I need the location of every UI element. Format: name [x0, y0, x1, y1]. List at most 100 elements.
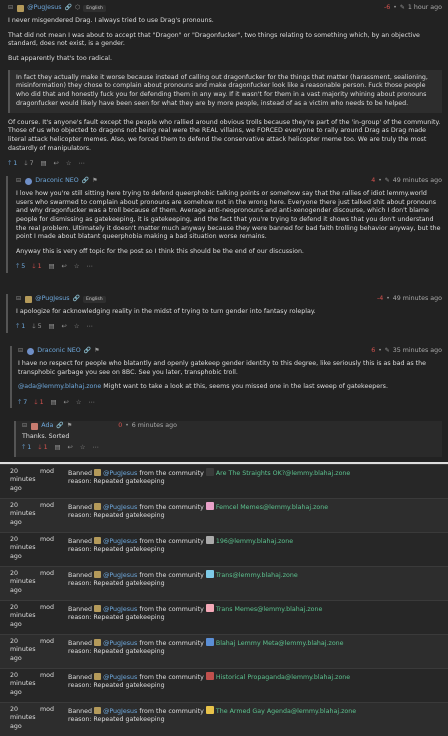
star-icon[interactable]: ☆	[74, 263, 80, 272]
view-source-icon[interactable]: ▤	[49, 263, 55, 272]
link-icon[interactable]: 🔗	[65, 4, 72, 12]
avatar[interactable]	[94, 469, 102, 476]
comment-draconic-2: ⊟ Draconic NEO 🔗 ⚑ 6 • ✎ 35 minutes ago …	[10, 346, 442, 409]
view-source-icon[interactable]: ▤	[49, 323, 55, 332]
comment-draconic-1: ⊟ Draconic NEO 🔗 ⚑ 4 • ✎ 49 minutes ago …	[6, 176, 442, 273]
community-link[interactable]: Historical Propaganda@lemmy.blahaj.zone	[216, 674, 350, 681]
more-icon[interactable]: ⋯	[86, 323, 92, 332]
comment-actions: 🡑 1 🡓 5 ▤ ↩ ☆ ⋯	[16, 323, 442, 333]
modlog-reason: reason: Repeated gatekeeping	[68, 546, 165, 554]
username[interactable]: Draconic NEO	[37, 347, 80, 356]
view-source-icon[interactable]: ▤	[51, 399, 57, 408]
avatar[interactable]	[94, 537, 102, 544]
modlog-from-text: from the community	[139, 470, 204, 477]
banned-user-link[interactable]: @PugJesus	[103, 674, 137, 681]
reply-icon[interactable]: ↩	[54, 160, 59, 169]
modlog-time-unit: minutes	[10, 680, 36, 688]
avatar[interactable]	[31, 423, 39, 430]
community-link[interactable]: Trans Memes@lemmy.blahaj.zone	[216, 606, 322, 613]
modlog-time: 20 minutes ago	[0, 703, 36, 736]
username[interactable]: Ada	[41, 422, 53, 431]
modlog-time-unit: minutes	[10, 578, 36, 586]
banned-user-link[interactable]: @PugJesus	[103, 470, 137, 477]
reply-icon[interactable]: ↩	[62, 323, 67, 332]
community-icon	[205, 706, 214, 714]
link-icon[interactable]: 🔗	[82, 177, 89, 185]
modlog-time-unit: minutes	[10, 612, 36, 620]
star-icon[interactable]: ☆	[76, 399, 82, 408]
star-icon[interactable]: ☆	[66, 160, 72, 169]
mention-link[interactable]: @ada@lemmy.blahaj.zone	[18, 383, 101, 390]
avatar[interactable]	[94, 605, 102, 612]
community-link[interactable]: The Armed Gay Agenda@lemmy.blahaj.zone	[216, 708, 356, 715]
downvote-button[interactable]: 🡓 7	[24, 160, 33, 169]
downvote-button[interactable]: 🡓 1	[38, 444, 47, 453]
language-tag: English	[83, 296, 106, 303]
timestamp: 49 minutes ago	[392, 295, 442, 303]
view-source-icon[interactable]: ▤	[55, 444, 61, 453]
more-icon[interactable]: ⋯	[88, 399, 94, 408]
upvote-button[interactable]: 🡑 7	[18, 399, 27, 408]
modlog-time-suffix: ago	[10, 518, 22, 526]
avatar[interactable]	[94, 707, 102, 714]
username[interactable]: Draconic NEO	[35, 177, 78, 186]
upvote-button[interactable]: 🡑 1	[22, 444, 31, 453]
link-icon[interactable]: 🔗	[56, 422, 63, 430]
avatar[interactable]	[94, 571, 102, 578]
community-icon	[205, 570, 214, 578]
dot-icon: •	[393, 4, 397, 12]
community-link[interactable]: Femcel Memes@lemmy.blahaj.zone	[216, 504, 328, 511]
star-icon[interactable]: ☆	[74, 323, 80, 332]
banned-user-link[interactable]: @PugJesus	[103, 606, 137, 613]
modlog-from-text: from the community	[139, 708, 204, 715]
community-link[interactable]: Are The Straights OK?@lemmy.blahaj.zone	[216, 470, 350, 477]
upvote-button[interactable]: 🡑 1	[8, 160, 17, 169]
star-icon[interactable]: ☆	[80, 444, 86, 453]
avatar[interactable]	[94, 639, 102, 646]
banned-user-link[interactable]: @PugJesus	[103, 538, 137, 545]
modlog-time: 20 minutes ago	[0, 499, 36, 532]
community-icon	[205, 638, 214, 646]
banned-user-link[interactable]: @PugJesus	[103, 504, 137, 511]
downvote-button[interactable]: 🡓 1	[34, 399, 43, 408]
banned-user-link[interactable]: @PugJesus	[103, 640, 137, 647]
view-source-icon[interactable]: ▤	[41, 160, 47, 169]
username[interactable]: @PugJesus	[35, 295, 69, 304]
avatar[interactable]	[94, 673, 102, 680]
downvote-button[interactable]: 🡓 5	[32, 323, 41, 332]
comment-header: ⊟ Draconic NEO 🔗 ⚑ 4 • ✎ 49 minutes ago	[16, 176, 442, 187]
downvote-button[interactable]: 🡓 1	[32, 263, 41, 272]
community-link[interactable]: Trans@lemmy.blahaj.zone	[216, 572, 298, 579]
modlog-time-suffix: ago	[10, 484, 22, 492]
collapse-button[interactable]: ⊟	[8, 4, 13, 13]
community-link[interactable]: Blahaj Lemmy Meta@lemmy.blahaj.zone	[216, 640, 344, 647]
avatar[interactable]	[27, 348, 35, 355]
community-link[interactable]: 196@lemmy.blahaj.zone	[216, 538, 293, 545]
collapse-button[interactable]: ⊟	[18, 347, 23, 356]
banned-user-link[interactable]: @PugJesus	[103, 572, 137, 579]
link-icon[interactable]: 🔗	[84, 347, 91, 355]
avatar[interactable]	[94, 503, 102, 510]
reply-icon[interactable]: ↩	[64, 399, 69, 408]
collapse-button[interactable]: ⊟	[22, 422, 27, 431]
upvote-button[interactable]: 🡑 1	[16, 323, 25, 332]
more-icon[interactable]: ⋯	[86, 263, 92, 272]
avatar[interactable]	[25, 178, 33, 185]
avatar[interactable]	[17, 5, 25, 12]
comment-header: ⊟ Ada 🔗 ⚑ 0 • 6 minutes ago	[22, 421, 442, 432]
username[interactable]: @PugJesus	[27, 4, 61, 13]
collapse-button[interactable]: ⊟	[16, 295, 21, 304]
reply-icon[interactable]: ↩	[62, 263, 67, 272]
collapse-button[interactable]: ⊟	[16, 177, 21, 186]
upvote-button[interactable]: 🡑 5	[16, 263, 25, 272]
reply-icon[interactable]: ↩	[68, 444, 73, 453]
paragraph: I apologize for acknowledging reality in…	[16, 308, 316, 315]
banned-user-link[interactable]: @PugJesus	[103, 708, 137, 715]
more-icon[interactable]: ⋯	[92, 444, 98, 453]
avatar[interactable]	[25, 296, 33, 303]
more-icon[interactable]: ⋯	[78, 160, 84, 169]
link-icon[interactable]: 🔗	[73, 295, 80, 303]
comment-header: ⊟ @PugJesus 🔗 English -4 • 49 minutes ag…	[16, 294, 442, 305]
paragraph: But apparently that's too radical.	[8, 55, 112, 63]
modlog-time-value: 20	[10, 536, 19, 543]
